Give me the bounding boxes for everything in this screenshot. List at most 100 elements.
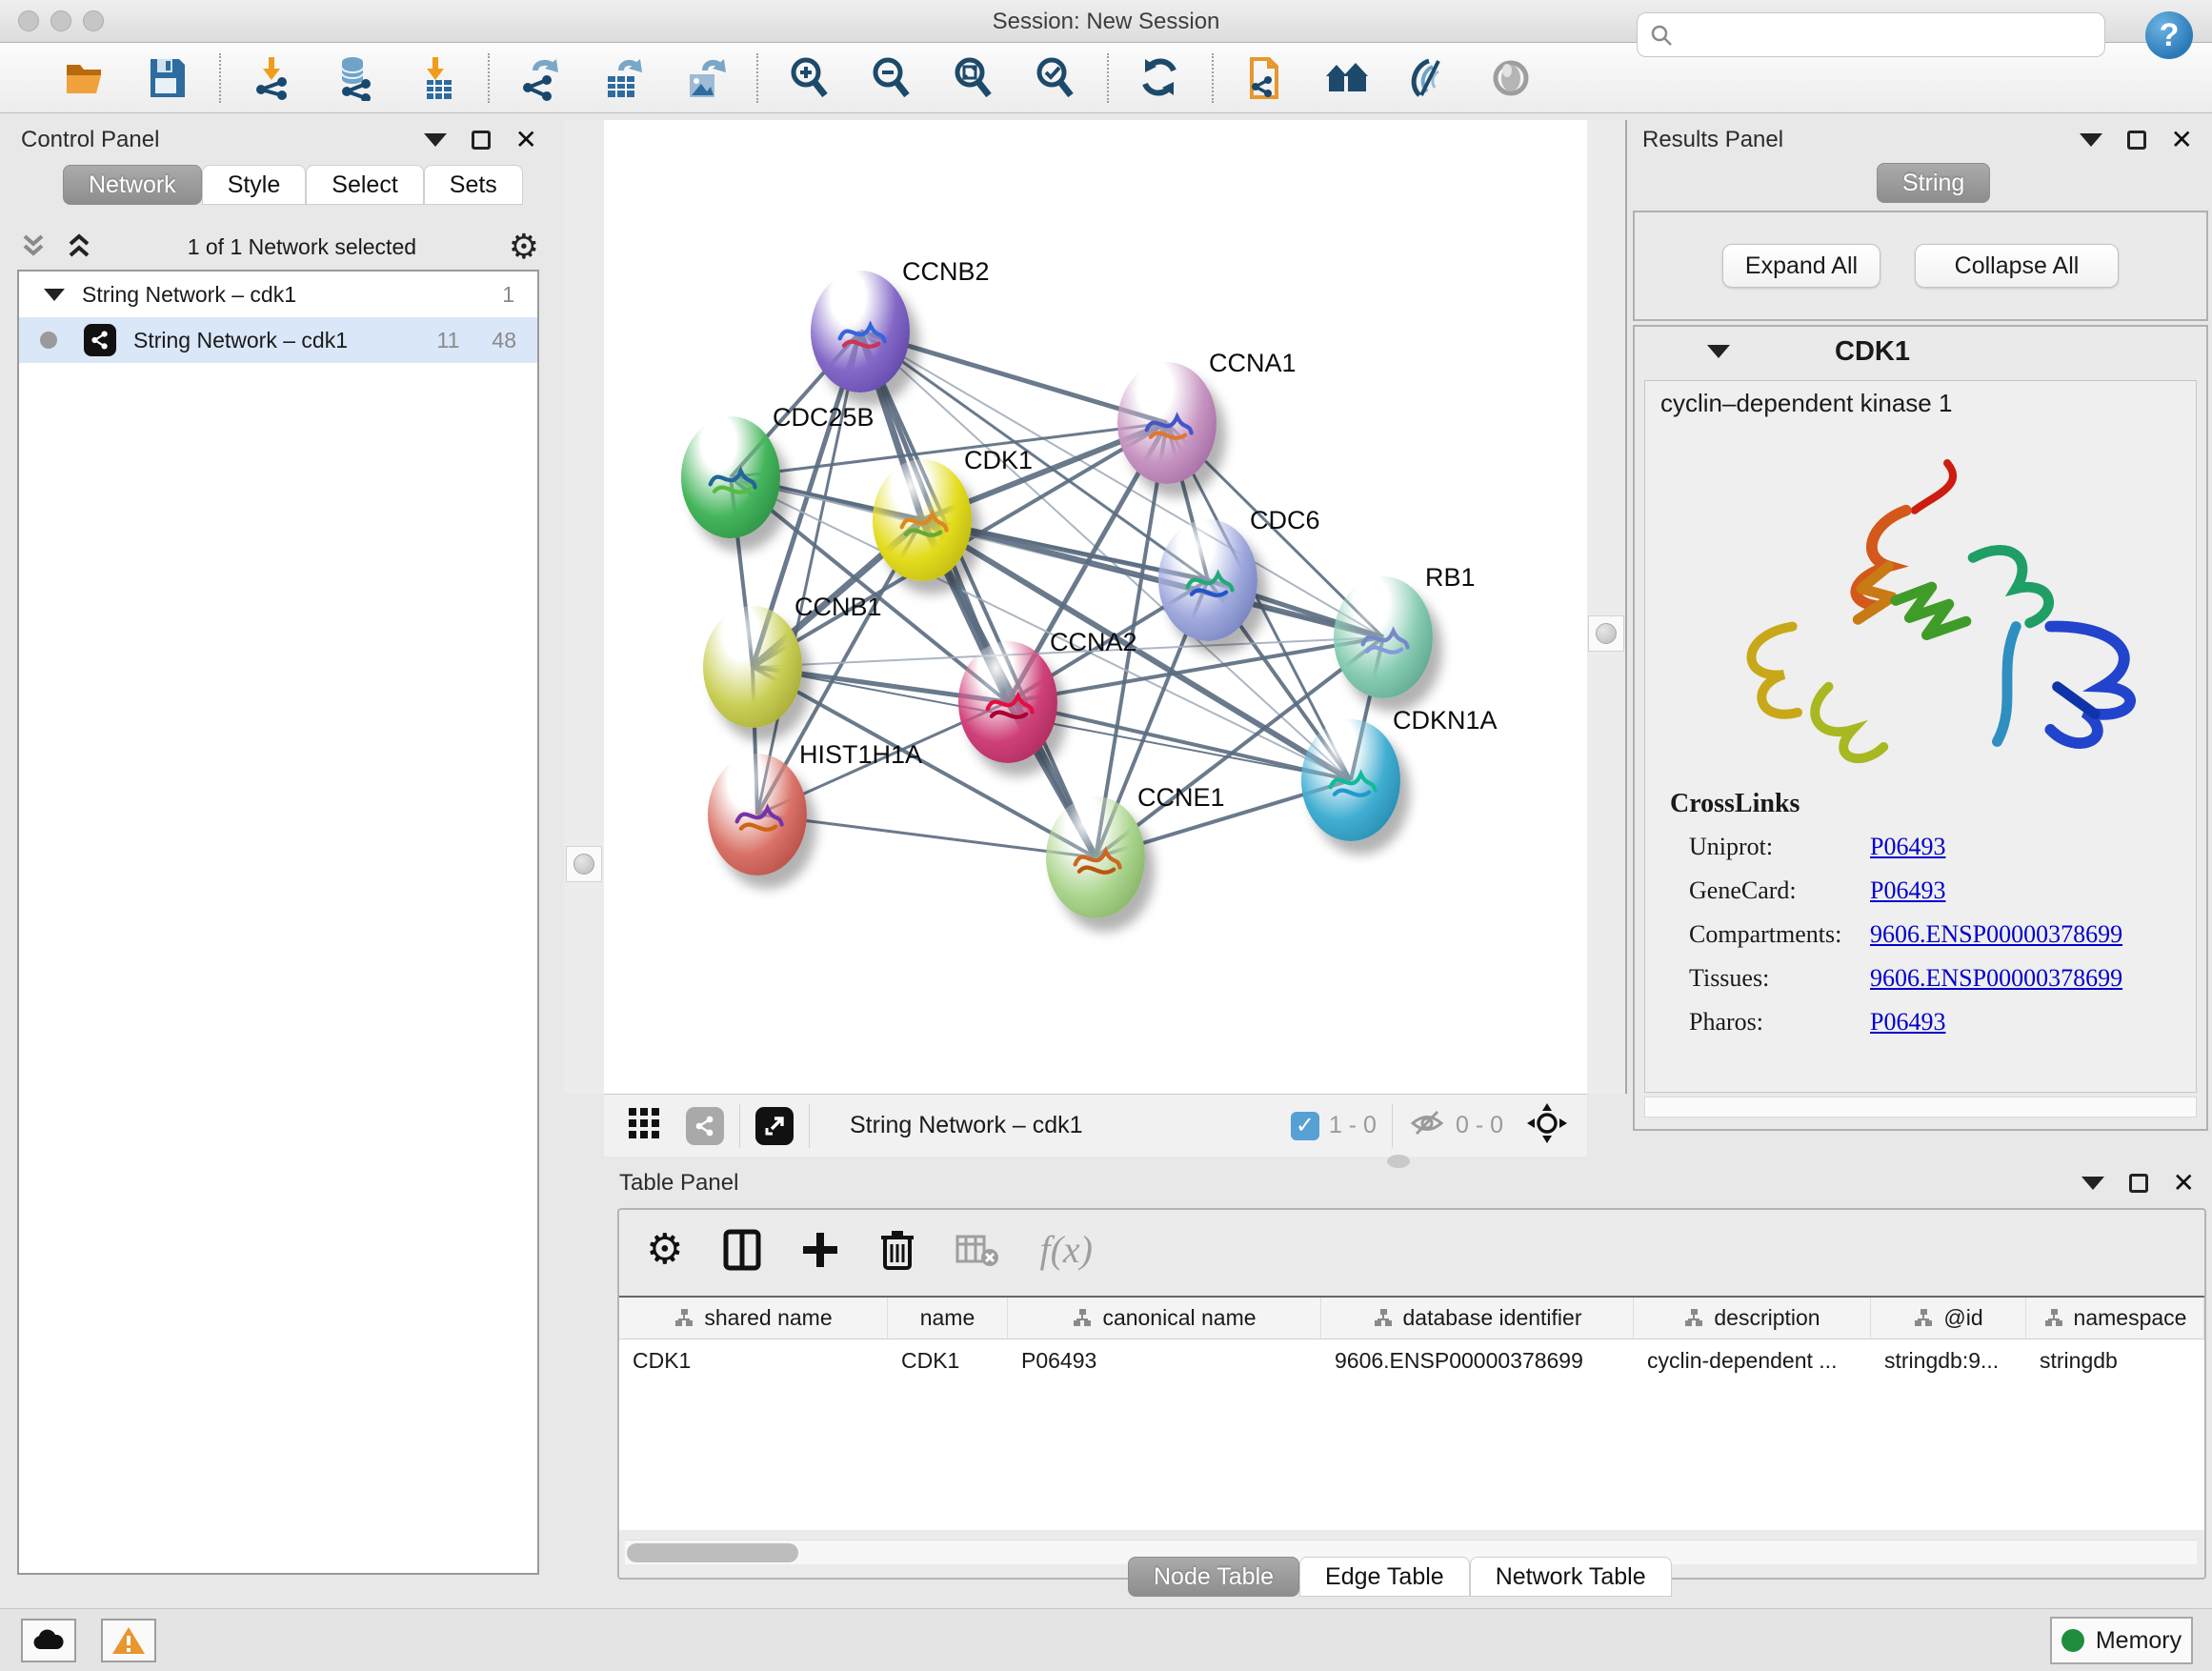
cloud-status-button[interactable] <box>21 1619 76 1662</box>
crosslink-link[interactable]: 9606.ENSP00000378699 <box>1870 964 2122 993</box>
add-column-icon[interactable] <box>801 1229 839 1271</box>
column-header-database-identifier[interactable]: database identifier <box>1321 1298 1634 1339</box>
column-header-name[interactable]: name <box>888 1298 1008 1339</box>
network-collection-row[interactable]: String Network – cdk1 1 <box>19 272 537 317</box>
selected-checkbox-icon[interactable]: ✓ <box>1291 1112 1319 1140</box>
tab-network-table[interactable]: Network Table <box>1470 1557 1672 1597</box>
network-canvas[interactable]: CCNB2CCNA1CDC25BCDK1CDC6RB1CCNB1CCNA2CDK… <box>604 120 1587 1094</box>
export-image-icon[interactable] <box>680 53 730 103</box>
crosslink-link[interactable]: P06493 <box>1870 876 1945 905</box>
open-session-icon[interactable] <box>61 53 111 103</box>
help-icon[interactable]: ? <box>2145 11 2193 59</box>
panel-menu-icon[interactable] <box>424 133 447 147</box>
node-CCNB1[interactable] <box>703 606 802 728</box>
collapse-all-button[interactable]: Collapse All <box>1915 244 2119 288</box>
edge-CDK1-RB1[interactable] <box>922 520 1383 637</box>
crosslink-link[interactable]: P06493 <box>1870 833 1945 861</box>
share-document-icon[interactable] <box>1240 53 1290 103</box>
global-search-input[interactable] <box>1674 23 2083 48</box>
zoom-in-icon[interactable] <box>785 53 835 103</box>
edge-CCNB2-CCNE1[interactable] <box>860 332 1096 857</box>
crosslink-link[interactable]: P06493 <box>1870 1008 1945 1037</box>
column-header-namespace[interactable]: namespace <box>2026 1298 2204 1339</box>
close-panel-icon[interactable]: ✕ <box>2173 1174 2195 1193</box>
import-table-icon[interactable] <box>412 53 461 103</box>
splitter-handle[interactable] <box>1596 623 1617 644</box>
edge-CCNA2-CDKN1A[interactable] <box>1008 702 1351 780</box>
import-network-file-icon[interactable] <box>248 53 297 103</box>
cell-@id[interactable]: stringdb:9... <box>1871 1339 2026 1381</box>
tab-string[interactable]: String <box>1877 163 1990 203</box>
show-columns-icon[interactable] <box>723 1229 761 1271</box>
node-RB1[interactable] <box>1334 576 1433 698</box>
column-header-@id[interactable]: @id <box>1871 1298 2026 1339</box>
attribute-type-icon <box>1072 1308 1093 1329</box>
left-splitter[interactable] <box>564 120 604 1094</box>
tab-style[interactable]: Style <box>202 165 307 205</box>
expand-all-icon[interactable] <box>63 232 95 261</box>
grid-view-icon[interactable] <box>627 1106 661 1145</box>
hide-edges-icon[interactable] <box>1404 53 1454 103</box>
table-settings-gear-icon[interactable]: ⚙ <box>646 1229 683 1271</box>
network-share-icon[interactable] <box>686 1107 724 1145</box>
tab-select[interactable]: Select <box>306 165 423 205</box>
node-CDC25B[interactable] <box>681 416 780 538</box>
node-CDK1[interactable] <box>873 459 972 581</box>
cell-description[interactable]: cyclin-dependent ... <box>1634 1339 1871 1381</box>
close-panel-icon[interactable]: ✕ <box>2171 131 2193 150</box>
float-panel-icon[interactable] <box>472 131 491 150</box>
show-all-networks-icon[interactable] <box>1322 53 1372 103</box>
delete-column-trash-icon[interactable] <box>879 1228 915 1272</box>
column-header-description[interactable]: description <box>1634 1298 1871 1339</box>
crosslink-link[interactable]: 9606.ENSP00000378699 <box>1870 920 2122 949</box>
splitter-handle[interactable] <box>573 854 594 875</box>
scrollbar-thumb[interactable] <box>627 1543 798 1562</box>
node-CCNB2[interactable] <box>811 271 910 393</box>
node-CDKN1A[interactable] <box>1301 719 1400 841</box>
node-CDC6[interactable] <box>1158 519 1257 641</box>
zoom-fit-icon[interactable] <box>949 53 998 103</box>
collapse-all-icon[interactable] <box>17 232 50 261</box>
birdseye-icon[interactable] <box>1486 53 1536 103</box>
cell-namespace[interactable]: stringdb <box>2026 1339 2204 1381</box>
close-panel-icon[interactable]: ✕ <box>515 131 537 150</box>
node-CCNA1[interactable] <box>1117 362 1217 484</box>
refresh-icon[interactable] <box>1136 53 1185 103</box>
float-panel-icon[interactable] <box>2127 131 2146 150</box>
cell-canonical-name[interactable]: P06493 <box>1008 1339 1321 1381</box>
export-table-icon[interactable] <box>598 53 648 103</box>
memory-button[interactable]: Memory <box>2050 1617 2193 1664</box>
node-HIST1H1A[interactable] <box>708 754 807 876</box>
birdseye-crosshair-icon[interactable] <box>1526 1102 1568 1149</box>
column-header-canonical-name[interactable]: canonical name <box>1008 1298 1321 1339</box>
gear-icon[interactable]: ⚙ <box>509 232 539 261</box>
warning-status-button[interactable] <box>101 1619 156 1662</box>
save-session-icon[interactable] <box>143 53 192 103</box>
cell-shared-name[interactable]: CDK1 <box>619 1339 888 1381</box>
edge-HIST1H1A-CCNE1[interactable] <box>757 815 1096 857</box>
tab-network[interactable]: Network <box>63 165 202 205</box>
node-CCNA2[interactable] <box>958 641 1057 763</box>
table-row[interactable]: CDK1CDK1P064939606.ENSP00000378699cyclin… <box>619 1339 2204 1381</box>
tab-edge-table[interactable]: Edge Table <box>1299 1557 1470 1597</box>
zoom-out-icon[interactable] <box>867 53 916 103</box>
detach-view-icon[interactable] <box>755 1107 794 1145</box>
tab-node-table[interactable]: Node Table <box>1128 1557 1299 1597</box>
tab-sets[interactable]: Sets <box>424 165 523 205</box>
right-splitter[interactable] <box>1587 120 1627 1094</box>
collection-expander-icon[interactable] <box>44 289 65 301</box>
column-header-shared-name[interactable]: shared name <box>619 1298 888 1339</box>
import-network-database-icon[interactable] <box>330 53 379 103</box>
node-CCNE1[interactable] <box>1046 796 1145 918</box>
panel-menu-icon[interactable] <box>2081 1177 2104 1190</box>
cell-database-identifier[interactable]: 9606.ENSP00000378699 <box>1321 1339 1634 1381</box>
cell-name[interactable]: CDK1 <box>888 1339 1008 1381</box>
section-expander-icon[interactable] <box>1707 345 1730 358</box>
panel-menu-icon[interactable] <box>2080 133 2102 147</box>
export-network-icon[interactable] <box>516 53 566 103</box>
network-row[interactable]: String Network – cdk1 11 48 <box>19 317 537 363</box>
zoom-selected-icon[interactable] <box>1031 53 1080 103</box>
expand-all-button[interactable]: Expand All <box>1722 244 1880 288</box>
float-panel-icon[interactable] <box>2129 1174 2148 1193</box>
node-table[interactable]: shared namenamecanonical namedatabase id… <box>619 1296 2204 1530</box>
